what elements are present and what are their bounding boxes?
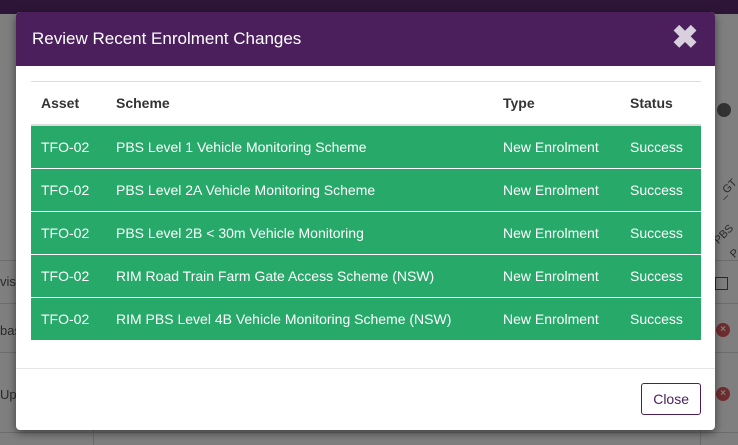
cell-asset: TFO-02 bbox=[31, 254, 106, 298]
cell-type: New Enrolment bbox=[493, 254, 620, 298]
modal-header: Review Recent Enrolment Changes ✖ bbox=[16, 12, 715, 66]
column-header-status: Status bbox=[620, 81, 701, 126]
table-row: TFO-02 PBS Level 1 Vehicle Monitoring Sc… bbox=[31, 124, 701, 169]
cell-scheme: RIM PBS Level 4B Vehicle Monitoring Sche… bbox=[106, 297, 493, 340]
cell-asset: TFO-02 bbox=[31, 297, 106, 340]
cell-status: Success bbox=[620, 211, 701, 255]
cell-type: New Enrolment bbox=[493, 124, 620, 169]
cell-scheme: PBS Level 2B < 30m Vehicle Monitoring bbox=[106, 211, 493, 255]
cell-scheme: PBS Level 2A Vehicle Monitoring Scheme bbox=[106, 168, 493, 212]
cell-scheme: PBS Level 1 Vehicle Monitoring Scheme bbox=[106, 124, 493, 169]
table-row: TFO-02 PBS Level 2A Vehicle Monitoring S… bbox=[31, 168, 701, 212]
cell-status: Success bbox=[620, 124, 701, 169]
column-header-type: Type bbox=[493, 81, 620, 126]
modal-body: Asset Scheme Type Status TFO-02 PBS Leve… bbox=[31, 81, 701, 340]
cell-type: New Enrolment bbox=[493, 211, 620, 255]
cell-asset: TFO-02 bbox=[31, 168, 106, 212]
table-row: TFO-02 RIM Road Train Farm Gate Access S… bbox=[31, 254, 701, 298]
close-icon[interactable]: ✖ bbox=[671, 21, 699, 53]
table-row: TFO-02 PBS Level 2B < 30m Vehicle Monito… bbox=[31, 211, 701, 255]
cell-asset: TFO-02 bbox=[31, 211, 106, 255]
column-header-asset: Asset bbox=[31, 81, 106, 126]
cell-type: New Enrolment bbox=[493, 297, 620, 340]
cell-asset: TFO-02 bbox=[31, 124, 106, 169]
table-row: TFO-02 RIM PBS Level 4B Vehicle Monitori… bbox=[31, 297, 701, 340]
modal-footer: Close bbox=[16, 368, 715, 430]
cell-status: Success bbox=[620, 297, 701, 340]
cell-scheme: RIM Road Train Farm Gate Access Scheme (… bbox=[106, 254, 493, 298]
enrolment-changes-table: Asset Scheme Type Status TFO-02 PBS Leve… bbox=[31, 81, 701, 340]
cell-status: Success bbox=[620, 168, 701, 212]
cell-status: Success bbox=[620, 254, 701, 298]
table-header-row: Asset Scheme Type Status bbox=[31, 81, 701, 126]
enrolment-changes-modal: Review Recent Enrolment Changes ✖ Asset … bbox=[16, 12, 715, 430]
close-button[interactable]: Close bbox=[641, 383, 701, 415]
column-header-scheme: Scheme bbox=[106, 81, 493, 126]
modal-title: Review Recent Enrolment Changes bbox=[32, 29, 302, 48]
cell-type: New Enrolment bbox=[493, 168, 620, 212]
